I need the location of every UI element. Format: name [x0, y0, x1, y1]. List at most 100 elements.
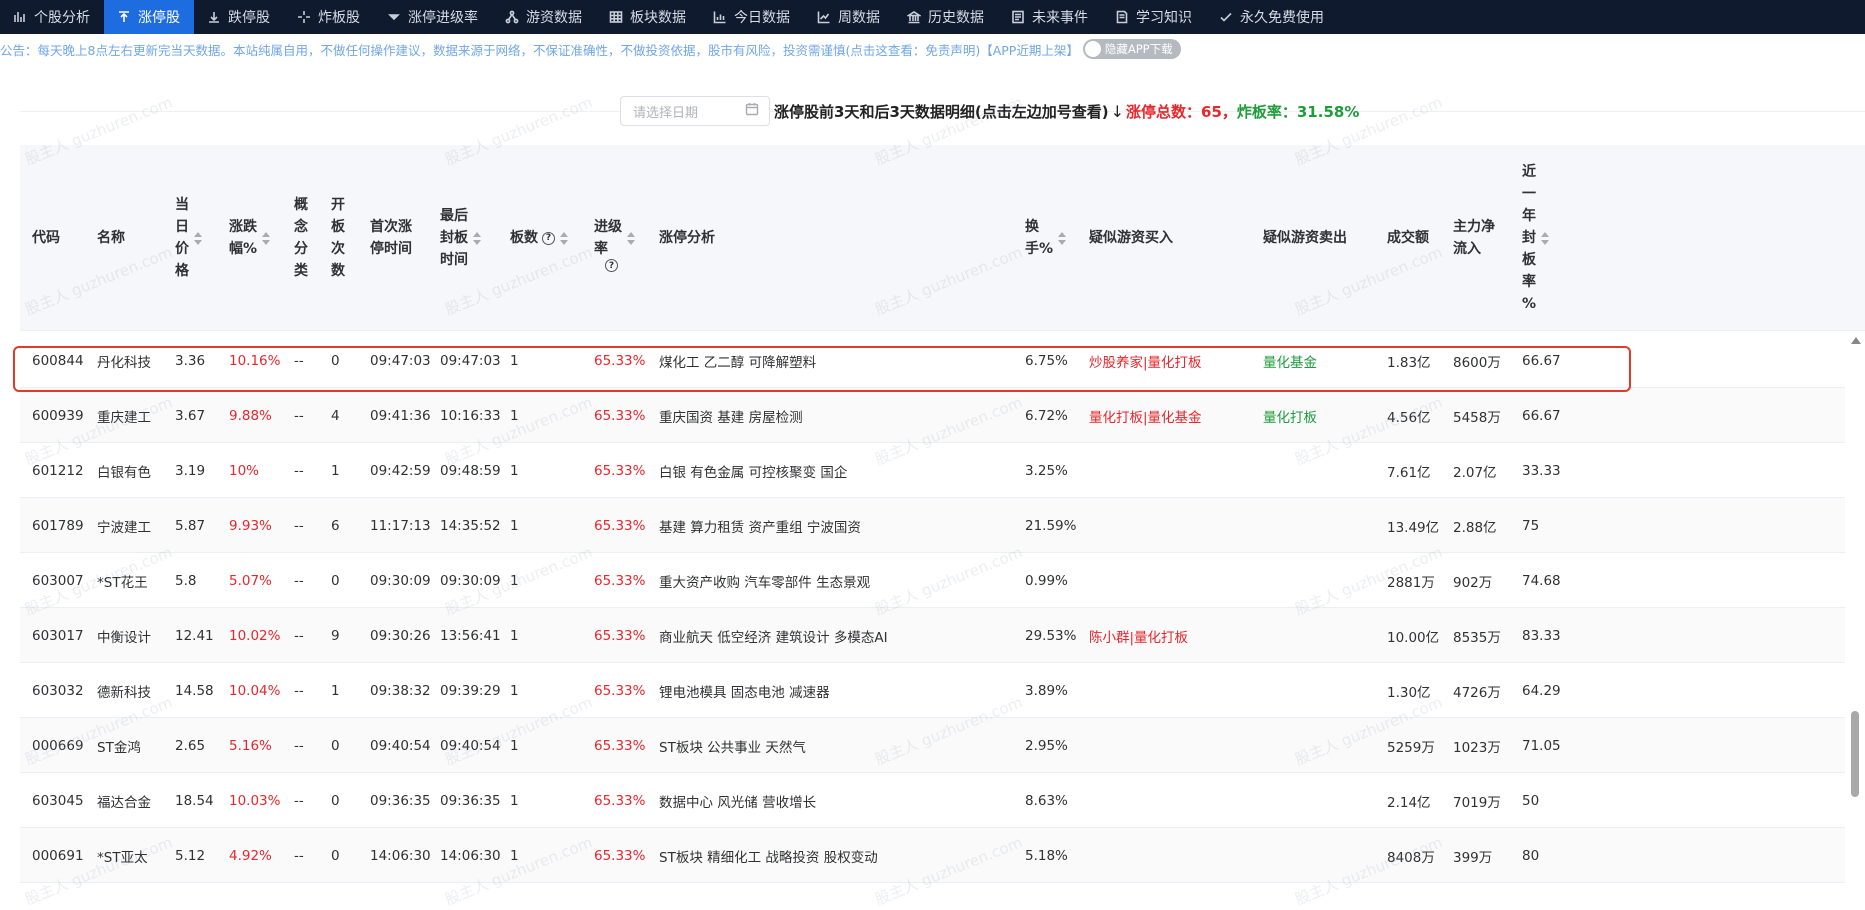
column-header-opens: 开 板 次 数	[331, 145, 345, 331]
grid-icon	[608, 9, 624, 25]
sort-icon[interactable]	[1058, 231, 1067, 245]
nav-item-10[interactable]: 未来事件	[998, 0, 1102, 34]
column-header-last_time[interactable]: 最后 封板 时间	[440, 145, 481, 331]
nav-item-label: 周数据	[838, 10, 880, 26]
cell-code[interactable]: 000691	[32, 828, 84, 883]
cell-chg: 10.02%	[229, 627, 281, 644]
cell-name[interactable]: ST金鸿	[97, 718, 141, 773]
column-header-price[interactable]: 当 日 价 格	[175, 145, 202, 331]
cell-year_rate: 71.05	[1522, 737, 1561, 754]
sort-icon[interactable]	[1541, 231, 1550, 245]
cell-last_time: 09:39:29	[440, 682, 501, 699]
table-row[interactable]: 600844 丹化科技 3.36 10.16% -- 0 09:47:03 09:47:03 1…	[20, 333, 1845, 388]
nav-item-11[interactable]: 学习知识	[1102, 0, 1206, 34]
cell-amount: 8408万	[1387, 849, 1435, 866]
column-header-boards[interactable]: 板数?	[510, 145, 568, 331]
cell-code[interactable]: 603007	[32, 553, 84, 608]
nav-item-6[interactable]: 板块数据	[596, 0, 700, 34]
sort-icon[interactable]	[560, 231, 568, 245]
cell-adv_rate: 65.33%	[594, 407, 646, 424]
cell-last_time: 13:56:41	[440, 627, 501, 644]
nav-item-label: 跌停股	[228, 10, 270, 26]
column-header-label: 主力净 流入	[1453, 219, 1495, 257]
nav-item-label: 涨停进级率	[408, 10, 478, 26]
sort-icon[interactable]	[194, 231, 202, 245]
column-header-turnover[interactable]: 换 手%	[1025, 145, 1067, 331]
cell-code[interactable]: 603017	[32, 608, 84, 663]
cell-analysis: 白银 有色金属 可控核聚变 国企	[659, 464, 848, 481]
cell-name[interactable]: 中衡设计	[97, 608, 151, 663]
cell-code[interactable]: 600844	[32, 333, 84, 388]
scroll-thumb[interactable]	[1851, 711, 1859, 797]
cell-code[interactable]: 603032	[32, 663, 84, 718]
nav-item-5[interactable]: 游资数据	[492, 0, 596, 34]
table-row[interactable]: 603032 德新科技 14.58 10.04% -- 1 09:38:32 09:39:29…	[20, 663, 1845, 718]
cell-turnover: 6.72%	[1025, 407, 1068, 424]
cell-name[interactable]: 福达合金	[97, 773, 151, 828]
table-row[interactable]: 603007 *ST花王 5.8 5.07% -- 0 09:30:09 09:30:09 1 6…	[20, 553, 1845, 608]
cell-code[interactable]: 600939	[32, 388, 84, 443]
help-icon[interactable]: ?	[542, 231, 555, 245]
cell-net: 8600万	[1453, 354, 1501, 371]
check-icon	[1218, 9, 1234, 25]
nav-item-label: 历史数据	[928, 10, 984, 26]
vertical-scrollbar[interactable]	[1848, 335, 1862, 906]
sort-icon[interactable]	[473, 231, 481, 245]
cell-name[interactable]: 丹化科技	[97, 333, 151, 388]
cell-amount: 5259万	[1387, 739, 1435, 756]
table-row[interactable]: 603017 中衡设计 12.41 10.02% -- 9 09:30:26 13:56:41…	[20, 608, 1845, 663]
announcement-text[interactable]: 公告：每天晚上8点左右更新完当天数据。本站纯属自用，不做任何操作建议，数据来源于…	[0, 40, 1079, 59]
table-row[interactable]: 000691 *ST亚太 5.12 4.92% -- 0 14:06:30 14:06:30 1…	[20, 828, 1845, 883]
cell-net: 7019万	[1453, 794, 1501, 811]
table-row[interactable]: 000669 ST金鸿 2.65 5.16% -- 0 09:40:54 09:40:54 1 6…	[20, 718, 1845, 773]
hide-app-download-toggle[interactable]: 隐藏APP下载	[1082, 39, 1181, 59]
column-header-buy: 疑似游资买入	[1089, 145, 1173, 331]
nav-item-9[interactable]: 历史数据	[894, 0, 998, 34]
sort-icon[interactable]	[262, 231, 271, 245]
cell-concept: --	[294, 737, 304, 754]
nav-item-0[interactable]: 个股分析	[0, 0, 104, 34]
cell-sell: 量化打板	[1263, 409, 1317, 426]
cell-code[interactable]: 603045	[32, 773, 84, 828]
cell-analysis: 数据中心 风光储 营收增长	[659, 794, 817, 811]
nav-item-1[interactable]: 涨停股	[104, 0, 194, 34]
nav-item-2[interactable]: 跌停股	[194, 0, 284, 34]
cell-name[interactable]: 德新科技	[97, 663, 151, 718]
cell-name[interactable]: *ST花王	[97, 553, 148, 608]
nav-item-12[interactable]: 永久免费使用	[1206, 0, 1338, 34]
nav-item-7[interactable]: 今日数据	[700, 0, 804, 34]
cell-code[interactable]: 601789	[32, 498, 84, 553]
column-header-year_rate[interactable]: 近 一 年 封 板 率 %	[1522, 145, 1550, 331]
cell-code[interactable]: 000669	[32, 718, 84, 773]
nav-item-4[interactable]: 涨停进级率	[374, 0, 492, 34]
help-icon[interactable]: ?	[605, 259, 618, 272]
cell-name[interactable]: 宁波建工	[97, 498, 151, 553]
table-row[interactable]: 601212 白银有色 3.19 10% -- 1 09:42:59 09:48:59 1 65.…	[20, 443, 1845, 498]
scroll-up-icon[interactable]	[1851, 337, 1861, 344]
nav-item-8[interactable]: 周数据	[804, 0, 894, 34]
table-row[interactable]: 601789 宁波建工 5.87 9.93% -- 6 11:17:13 14:35:52 1 6…	[20, 498, 1845, 553]
cell-code[interactable]: 601212	[32, 443, 84, 498]
detail-title[interactable]: 涨停股前3天和后3天数据明细(点击左边加号查看)	[774, 101, 1109, 122]
table-row[interactable]: 600939 重庆建工 3.67 9.88% -- 4 09:41:36 10:16:33 1 6…	[20, 388, 1845, 443]
date-picker[interactable]: 请选择日期	[620, 96, 770, 126]
cell-analysis: ST板块 公共事业 天然气	[659, 739, 806, 756]
cell-last_time: 14:06:30	[440, 847, 501, 864]
cell-amount: 10.00亿	[1387, 629, 1440, 646]
cell-concept: --	[294, 847, 304, 864]
cell-amount: 1.30亿	[1387, 684, 1431, 701]
cell-opens: 6	[331, 517, 340, 534]
sort-icon[interactable]	[627, 231, 635, 245]
column-header-adv_rate[interactable]: 进级 率?	[594, 145, 635, 331]
cell-turnover: 29.53%	[1025, 627, 1077, 644]
column-header-chg[interactable]: 涨跌 幅%	[229, 145, 271, 331]
cell-amount: 7.61亿	[1387, 464, 1431, 481]
cell-name[interactable]: 重庆建工	[97, 388, 151, 443]
cell-concept: --	[294, 462, 304, 479]
cell-last_time: 09:47:03	[440, 352, 501, 369]
cell-name[interactable]: *ST亚太	[97, 828, 148, 883]
cell-name[interactable]: 白银有色	[97, 443, 151, 498]
table-row[interactable]: 603045 福达合金 18.54 10.03% -- 0 09:36:35 09:36:35…	[20, 773, 1845, 828]
nav-item-3[interactable]: 炸板股	[284, 0, 374, 34]
announcement-bar: 公告：每天晚上8点左右更新完当天数据。本站纯属自用，不做任何操作建议，数据来源于…	[0, 38, 1865, 60]
